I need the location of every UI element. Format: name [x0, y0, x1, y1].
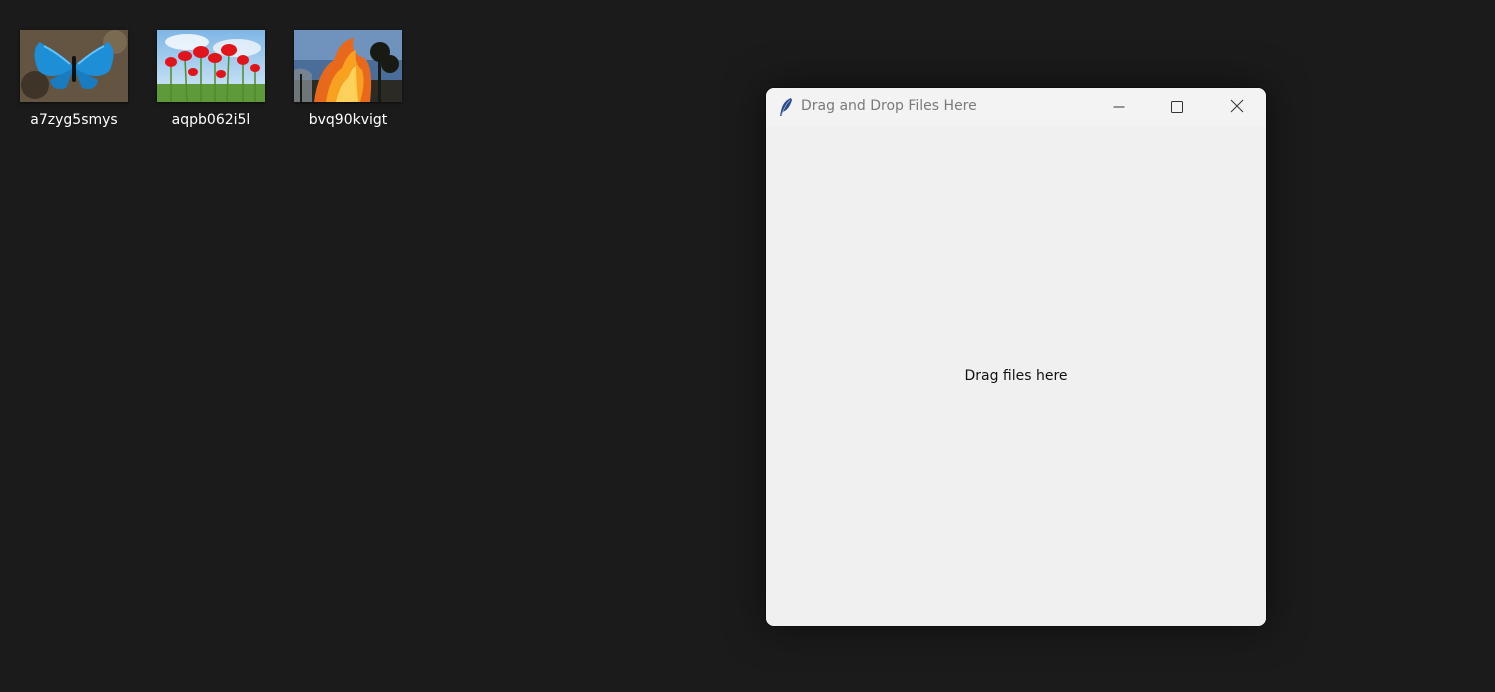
desktop-file-icon[interactable]: a7zyg5smys [14, 30, 134, 129]
poppies-thumbnail [157, 30, 265, 102]
desktop-file-label: aqpb062i5l [171, 112, 251, 128]
close-icon [1230, 98, 1244, 117]
butterfly-thumbnail [20, 30, 128, 102]
desktop: a7zyg5smys aqpb062i5l bvq90kvigt Drag an… [0, 0, 1495, 692]
minimize-icon [1113, 98, 1125, 117]
window-titlebar[interactable]: Drag and Drop Files Here [766, 88, 1266, 126]
drop-area[interactable]: Drag files here [766, 126, 1266, 626]
close-button[interactable] [1208, 88, 1266, 126]
window-title: Drag and Drop Files Here [801, 98, 977, 114]
maximize-icon [1171, 98, 1183, 117]
feather-icon [778, 97, 794, 117]
drag-drop-window[interactable]: Drag and Drop Files Here Drag files here [766, 88, 1266, 626]
desktop-file-icon[interactable]: bvq90kvigt [288, 30, 408, 129]
desktop-file-label: a7zyg5smys [30, 112, 118, 128]
wildfire-thumbnail [294, 30, 402, 102]
desktop-file-icon[interactable]: aqpb062i5l [151, 30, 271, 129]
desktop-file-label: bvq90kvigt [308, 112, 388, 128]
minimize-button[interactable] [1090, 88, 1148, 126]
maximize-button[interactable] [1148, 88, 1206, 126]
drop-label: Drag files here [964, 368, 1068, 384]
